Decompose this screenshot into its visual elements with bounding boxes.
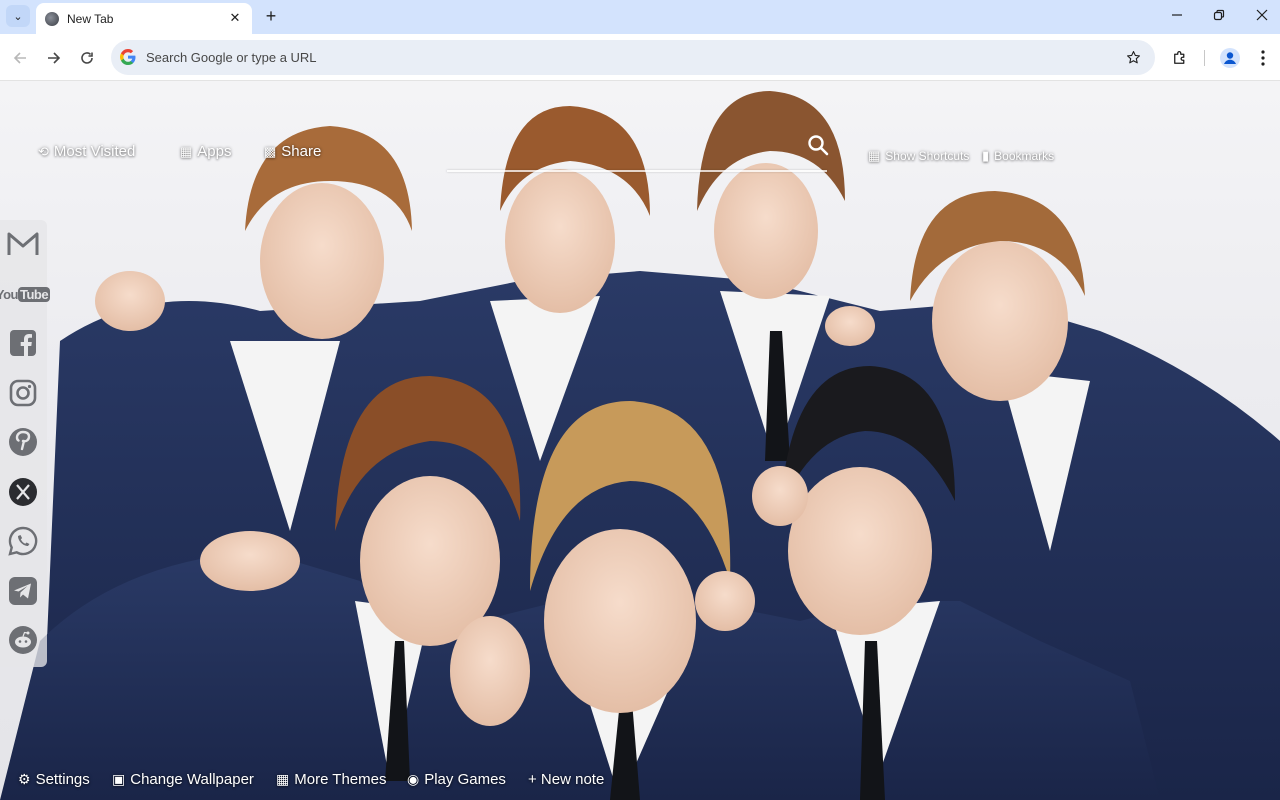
gmail-link[interactable] xyxy=(4,225,42,263)
profile-button[interactable] xyxy=(1218,46,1242,70)
reload-icon xyxy=(81,52,93,64)
youtube-you-text: You xyxy=(0,286,19,302)
show-shortcuts-link[interactable]: ▦ Show Shortcuts xyxy=(868,148,969,164)
youtube-tube-text: Tube xyxy=(18,286,51,302)
new-tab-button[interactable]: + xyxy=(259,5,283,27)
restore-button[interactable] xyxy=(1206,4,1232,26)
close-window-icon xyxy=(1256,9,1268,21)
bookmarks-label: Bookmarks xyxy=(994,149,1055,163)
grid-icon: ▦ xyxy=(180,143,193,159)
play-games-link[interactable]: ◉ Play Games xyxy=(407,771,506,788)
tab-search-button[interactable]: ⌄ xyxy=(6,5,30,27)
telegram-link[interactable] xyxy=(4,572,42,610)
google-g-icon xyxy=(120,49,136,65)
reddit-icon xyxy=(9,626,37,654)
new-tab-page: ⟲ Most Visited ▦ Apps ▩ Share ▦ Show Sho… xyxy=(0,81,1280,800)
arrow-left-icon xyxy=(13,52,26,64)
whatsapp-link[interactable] xyxy=(4,522,42,560)
gamepad-icon: ◉ xyxy=(407,771,420,787)
settings-label: Settings xyxy=(35,771,90,788)
most-visited-label: Most Visited xyxy=(53,143,136,160)
more-themes-link[interactable]: ▦ More Themes xyxy=(276,771,387,788)
change-wallpaper-link[interactable]: ▣ Change Wallpaper xyxy=(112,771,254,788)
star-icon xyxy=(1126,50,1140,63)
grid-icon: ▦ xyxy=(868,148,881,163)
minimize-button[interactable] xyxy=(1164,4,1190,26)
settings-link[interactable]: ⚙ Settings xyxy=(18,771,90,788)
bookmarks-link[interactable]: ▮ Bookmarks xyxy=(982,148,1054,164)
telegram-icon xyxy=(9,577,37,605)
close-window-button[interactable] xyxy=(1249,4,1275,26)
whatsapp-icon xyxy=(8,526,38,556)
tab-strip: ⌄ New Tab ✕ + xyxy=(0,0,1280,34)
facebook-icon xyxy=(10,330,36,356)
plus-icon: + xyxy=(265,5,277,26)
change-wallpaper-label: Change Wallpaper xyxy=(130,771,254,788)
instagram-link[interactable] xyxy=(4,374,42,412)
tab-title: New Tab xyxy=(67,11,114,26)
social-sidebar: YouTube xyxy=(0,220,51,667)
pinterest-link[interactable] xyxy=(4,423,42,461)
wallpaper-image xyxy=(0,91,1280,800)
image-icon: ▣ xyxy=(112,771,126,787)
gmail-icon xyxy=(7,232,39,255)
more-themes-label: More Themes xyxy=(294,771,387,788)
kebab-menu-icon xyxy=(1261,50,1265,66)
reddit-link[interactable] xyxy=(4,621,42,659)
most-visited-link[interactable]: ⟲ Most Visited xyxy=(38,143,135,160)
forward-button[interactable] xyxy=(42,46,66,70)
arrow-right-icon xyxy=(48,52,61,64)
share-icon: ▩ xyxy=(264,143,277,159)
new-note-link[interactable]: + New note xyxy=(528,771,604,788)
bookmark-star-button[interactable] xyxy=(1123,47,1143,67)
tab-new-tab[interactable]: New Tab ✕ xyxy=(36,3,252,34)
gear-icon: ⚙ xyxy=(18,771,31,787)
new-note-label: + New note xyxy=(528,771,605,788)
chevron-down-icon: ⌄ xyxy=(13,10,23,23)
x-icon xyxy=(9,478,37,506)
omnibox[interactable]: Search Google or type a URL xyxy=(111,40,1155,75)
pinterest-icon xyxy=(9,428,37,456)
bookmark-icon: ▮ xyxy=(982,148,990,163)
youtube-icon: YouTube xyxy=(0,286,51,302)
toolbar-divider xyxy=(1204,50,1205,66)
browser-toolbar: Search Google or type a URL xyxy=(0,34,1280,81)
apps-link[interactable]: ▦ Apps xyxy=(180,143,232,160)
minimize-icon xyxy=(1172,14,1182,16)
share-label: Share xyxy=(281,143,322,160)
search-input[interactable] xyxy=(447,170,827,172)
back-button[interactable] xyxy=(8,46,32,70)
tab-favicon-icon xyxy=(45,11,59,26)
windows-icon: ▦ xyxy=(276,771,290,787)
restore-icon xyxy=(1213,9,1225,21)
puzzle-icon xyxy=(1174,51,1185,64)
instagram-icon xyxy=(9,379,37,407)
facebook-link[interactable] xyxy=(4,324,42,362)
menu-button[interactable] xyxy=(1251,46,1275,70)
apps-label: Apps xyxy=(197,143,232,160)
show-shortcuts-label: Show Shortcuts xyxy=(885,149,970,163)
history-icon: ⟲ xyxy=(38,143,49,159)
close-icon[interactable]: ✕ xyxy=(227,10,243,26)
omnibox-placeholder: Search Google or type a URL xyxy=(146,50,317,65)
share-link[interactable]: ▩ Share xyxy=(264,143,321,160)
play-games-label: Play Games xyxy=(424,771,506,788)
reload-button[interactable] xyxy=(75,46,99,70)
youtube-link[interactable]: YouTube xyxy=(0,275,51,313)
extensions-button[interactable] xyxy=(1168,46,1192,70)
x-link[interactable] xyxy=(4,473,42,511)
avatar-icon xyxy=(1220,48,1240,68)
search-icon[interactable] xyxy=(806,133,830,157)
